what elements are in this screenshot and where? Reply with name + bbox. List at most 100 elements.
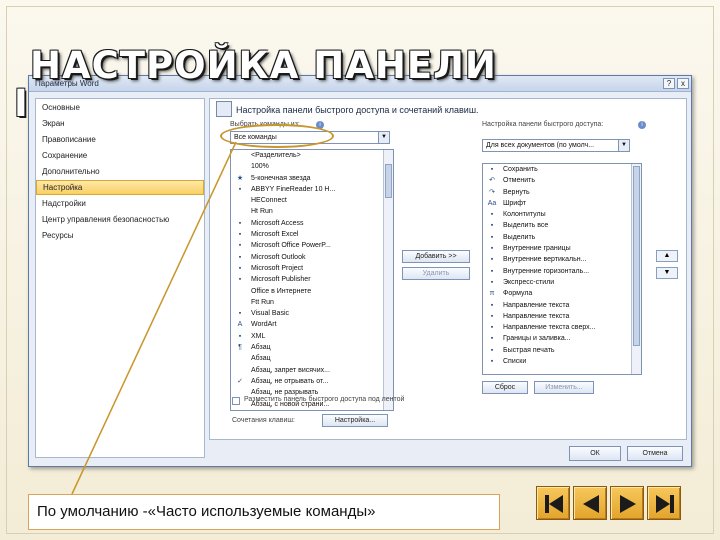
command-label: Ftt Run — [251, 298, 274, 306]
available-command-row[interactable]: Office в Интернете — [231, 286, 393, 297]
available-command-row[interactable]: ▪ Microsoft Publisher — [231, 274, 393, 285]
available-command-row[interactable]: <Разделитель> — [231, 150, 393, 161]
available-command-row[interactable]: HEConnect — [231, 195, 393, 206]
chevron-down-icon[interactable]: ▼ — [618, 140, 629, 151]
show-below-ribbon-checkbox[interactable] — [232, 397, 240, 405]
available-command-row[interactable]: AWordArt▸ — [231, 319, 393, 330]
panel-heading: Настройка панели быстрого доступа и соче… — [236, 105, 479, 115]
move-up-button[interactable]: ▲ — [656, 250, 678, 262]
command-label: HEConnect — [251, 197, 287, 205]
available-command-row[interactable]: ▪ Microsoft Project — [231, 263, 393, 274]
toolbar-command-row[interactable]: ▪ Направление текста — [483, 311, 641, 322]
nav-item[interactable]: Основные — [36, 100, 204, 115]
command-icon: ▪ — [490, 166, 494, 173]
toolbar-command-row[interactable]: ▪ Выделить все — [483, 220, 641, 231]
toolbar-command-row[interactable]: ▪ Направление текста — [483, 300, 641, 311]
toolbar-command-row[interactable]: ↷ Вернуть — [483, 187, 641, 198]
nav-item[interactable]: Центр управления безопасностью — [36, 212, 204, 227]
close-button[interactable]: x — [677, 78, 689, 89]
modify-button[interactable]: Изменить... — [534, 381, 594, 394]
ok-button[interactable]: ОК — [569, 446, 621, 461]
chevron-down-icon[interactable]: ▼ — [378, 132, 389, 143]
toolbar-command-row[interactable]: ▪ Списки — [483, 356, 641, 367]
toolbar-command-row[interactable]: ▪ Сохранить — [483, 164, 641, 175]
toolbar-command-row[interactable]: ▪ Внутренние горизонталь... — [483, 266, 641, 277]
nav-item[interactable]: Надстройки — [36, 196, 204, 211]
command-icon — [235, 207, 245, 216]
command-icon: ↶ — [489, 177, 495, 185]
command-icon: ▪ — [238, 231, 242, 239]
toolbar-command-row[interactable]: AaШрифт▸ — [483, 198, 641, 209]
command-label: 100% — [251, 163, 269, 171]
available-command-row[interactable]: ¶Абзац▸ — [231, 342, 393, 353]
nav-item[interactable]: Экран — [36, 116, 204, 131]
nav-item[interactable]: Сохранение — [36, 148, 204, 163]
toolbar-command-row[interactable]: ▪ Быстрая печать — [483, 345, 641, 356]
command-icon — [235, 151, 245, 160]
cancel-button[interactable]: Отмена — [627, 446, 683, 461]
toolbar-command-row[interactable]: ▪Колонтитулы▾ — [483, 209, 641, 220]
customize-panel: Настройка панели быстрого доступа и соче… — [209, 98, 687, 440]
last-slide-button[interactable] — [647, 486, 681, 520]
add-button[interactable]: Добавить >> — [402, 250, 470, 263]
available-commands-list[interactable]: <Разделитель> 100% ★ 5-конечная звезда ▪ ABBY… — [230, 149, 394, 411]
nav-item[interactable]: Ресурсы — [36, 228, 204, 243]
toolbar-command-row[interactable]: ▪ Границы и заливка... — [483, 333, 641, 344]
available-command-row[interactable]: ▪ Visual Basic — [231, 308, 393, 319]
available-command-row[interactable]: ▪ Microsoft Access — [231, 218, 393, 229]
available-command-row[interactable]: Абзац — [231, 353, 393, 364]
toolbar-command-row[interactable]: ▪ Внутренние границы — [483, 243, 641, 254]
command-icon: ★ — [236, 174, 244, 182]
available-command-row[interactable]: ✓ Абзац, не отрывать от... — [231, 376, 393, 387]
scrollbar[interactable] — [631, 164, 641, 374]
command-icon: ▪ — [238, 219, 242, 227]
available-command-row[interactable]: ▪ XML — [231, 331, 393, 342]
available-command-row[interactable]: ★ 5-конечная звезда — [231, 173, 393, 184]
available-command-row[interactable]: ▪ Microsoft Office PowerP... — [231, 240, 393, 251]
reset-button[interactable]: Сброс — [482, 381, 528, 394]
scrollbar[interactable] — [383, 150, 393, 410]
command-icon: ▪ — [238, 310, 242, 318]
available-command-row[interactable]: ▪ABBYY FineReader 10 Н...▾ — [231, 184, 393, 195]
command-icon: A — [237, 321, 243, 329]
command-icon — [235, 162, 245, 171]
available-command-row[interactable]: ▪ Microsoft Excel — [231, 229, 393, 240]
scrollbar-thumb[interactable] — [633, 166, 640, 346]
command-label: Microsoft Excel — [251, 231, 299, 239]
scrollbar-thumb[interactable] — [385, 164, 392, 198]
command-icon: ¶ — [238, 344, 242, 352]
command-label: WordArt — [251, 321, 277, 329]
available-command-row[interactable]: ▪ Microsoft Outlook — [231, 252, 393, 263]
customize-toolbar-combo[interactable]: Для всех документов (по умолч... ▼ — [482, 139, 630, 152]
nav-item[interactable]: Дополнительно — [36, 164, 204, 179]
move-down-button[interactable]: ▼ — [656, 267, 678, 279]
available-command-row[interactable]: Ftt Run — [231, 297, 393, 308]
toolbar-command-row[interactable]: ▪Экспресс-стили▸ — [483, 277, 641, 288]
remove-button[interactable]: Удалить — [402, 267, 470, 280]
toolbar-command-row[interactable]: ↶Отменить▸ — [483, 175, 641, 186]
available-command-row[interactable]: Абзац, запрет висячих... — [231, 365, 393, 376]
next-slide-button[interactable] — [610, 486, 644, 520]
shortcuts-customize-button[interactable]: Настройка... — [322, 414, 388, 427]
command-icon: ↷ — [489, 188, 495, 196]
first-slide-button[interactable] — [536, 486, 570, 520]
toolbar-command-row[interactable]: ▪ Направление текста сверх... — [483, 322, 641, 333]
nav-item[interactable]: Настройка — [36, 180, 204, 195]
command-icon — [235, 287, 245, 296]
command-label: Office в Интернете — [251, 287, 312, 295]
available-command-row[interactable]: Ht Run — [231, 206, 393, 217]
command-icon: ✓ — [237, 377, 243, 385]
command-icon: ▪ — [238, 253, 242, 261]
toolbar-command-row[interactable]: ▪Выделить▸ — [483, 232, 641, 243]
toolbar-command-row[interactable]: πФормула▸ — [483, 288, 641, 299]
nav-item[interactable]: Правописание — [36, 132, 204, 147]
command-label: Списки — [503, 358, 527, 366]
available-command-row[interactable]: 100% — [231, 161, 393, 172]
command-icon: ▪ — [238, 276, 242, 284]
help-button[interactable]: ? — [663, 78, 675, 89]
previous-slide-button[interactable] — [573, 486, 607, 520]
command-icon: ▪ — [490, 245, 494, 253]
toolbar-command-row[interactable]: ▪ Внутренние вертикальн... — [483, 254, 641, 265]
toolbar-commands-list[interactable]: ▪Сохранить↶Отменить▸↷ВернутьAaШрифт▸▪Кол… — [482, 163, 642, 375]
command-label: Абзац, не отрывать от... — [251, 377, 329, 385]
